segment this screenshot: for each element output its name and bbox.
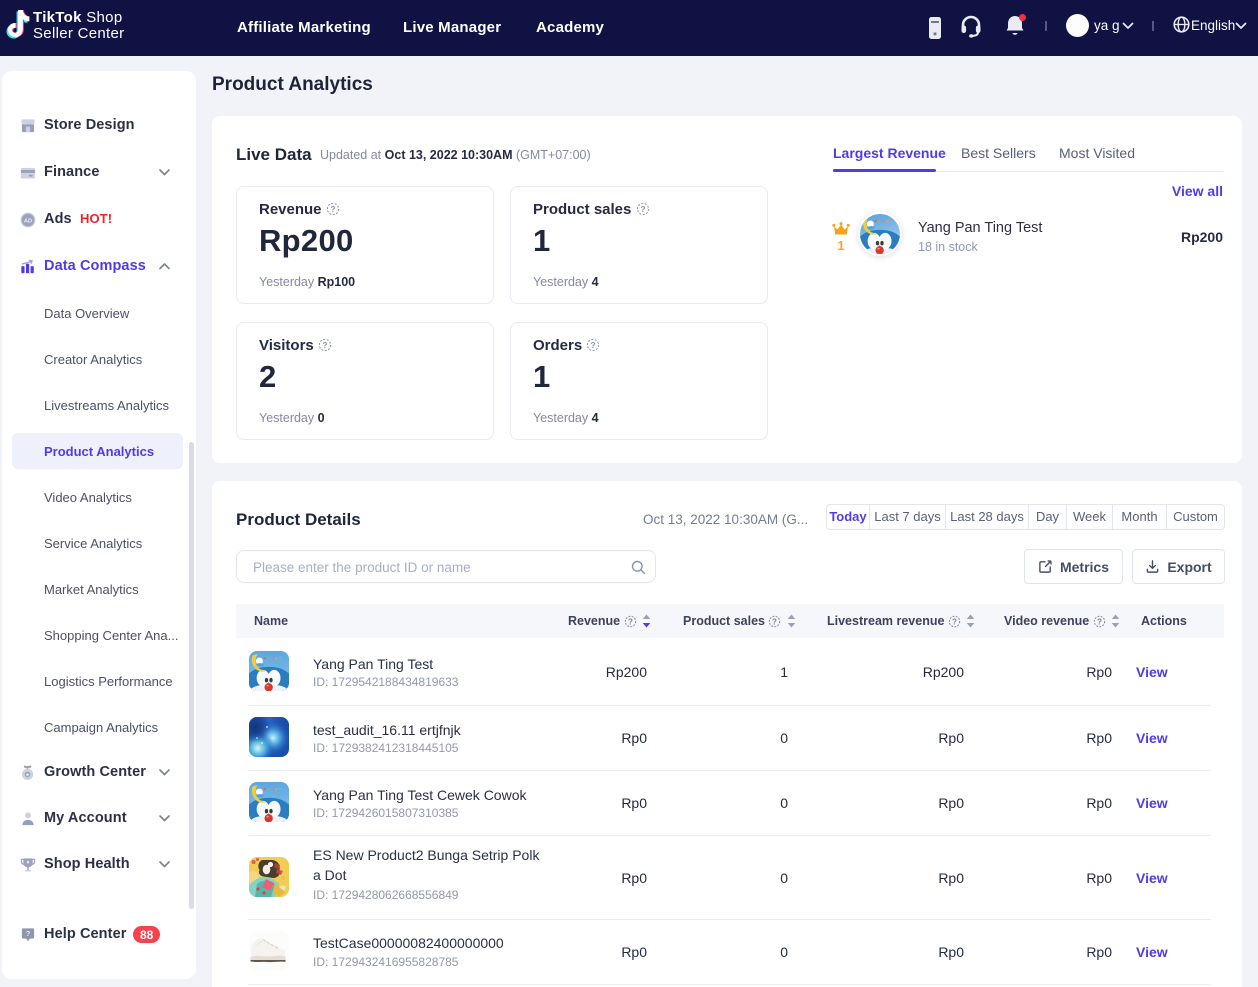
svg-text:?: ?	[26, 929, 31, 938]
svg-text:?: ?	[330, 204, 335, 214]
svg-text:?: ?	[322, 340, 327, 350]
svg-text:?: ?	[628, 617, 633, 626]
svg-text:?: ?	[1097, 617, 1102, 626]
svg-text:?: ?	[591, 340, 596, 350]
svg-text:?: ?	[952, 617, 957, 626]
svg-text:?: ?	[773, 617, 778, 626]
svg-text:AD: AD	[24, 218, 32, 224]
svg-text:?: ?	[640, 204, 645, 214]
